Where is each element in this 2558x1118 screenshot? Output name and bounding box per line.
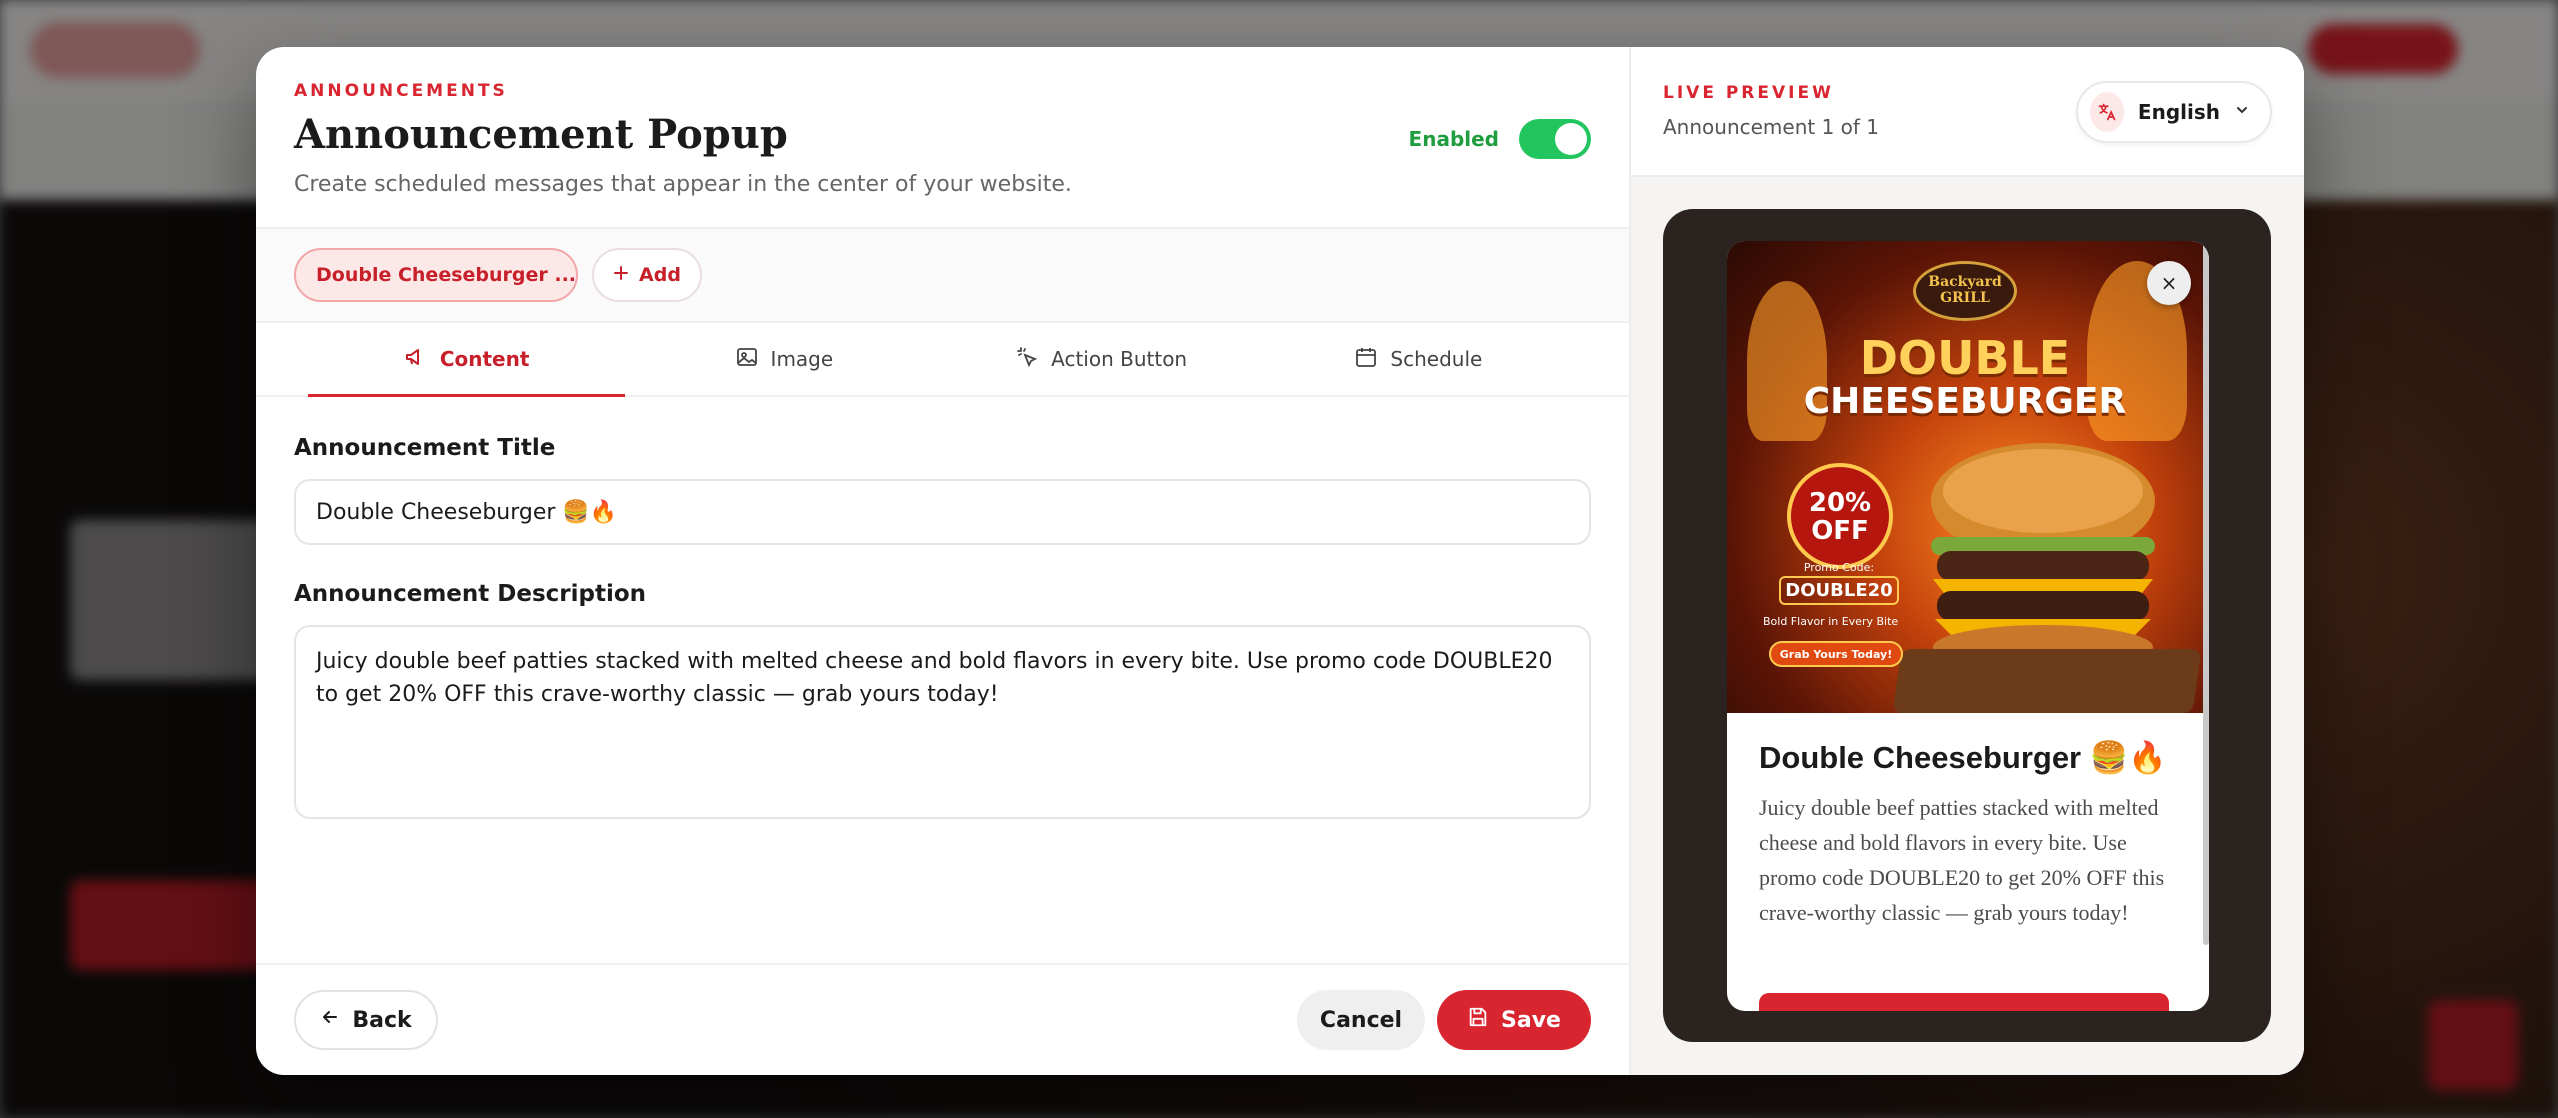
back-button[interactable]: Back [294, 990, 438, 1050]
arrow-left-icon [320, 1007, 340, 1033]
calendar-icon [1354, 345, 1378, 374]
cancel-button[interactable]: Cancel [1297, 990, 1425, 1050]
page-subtitle: Create scheduled messages that appear in… [294, 172, 1072, 197]
tab-content[interactable]: Content [308, 323, 626, 397]
language-select[interactable]: English [2076, 81, 2272, 143]
brand-logo: Backyard GRILL [1913, 261, 2017, 321]
pointer-icon [1015, 345, 1039, 374]
image-headline-2: CHEESEBURGER [1803, 381, 2127, 422]
image-headline-1: DOUBLE [1859, 331, 2071, 385]
tab-label: Schedule [1390, 347, 1483, 371]
announcement-modal: ANNOUNCEMENTS Announcement Popup Create … [256, 47, 2304, 1075]
announcement-chip[interactable]: Double Cheeseburger ... [294, 248, 578, 302]
close-icon: × [2160, 271, 2178, 295]
tab-label: Content [439, 347, 530, 371]
content-form: Announcement Title Double Cheeseburger 🍔… [256, 397, 1629, 819]
popup-body: Double Cheeseburger 🍔🔥 Juicy double beef… [1727, 713, 2209, 930]
enabled-toggle[interactable] [1519, 119, 1591, 159]
editor-tabs: Content Image Action Button Schedule [256, 323, 1629, 397]
tab-action-button[interactable]: Action Button [943, 323, 1260, 395]
description-textarea[interactable]: Juicy double beef patties stacked with m… [294, 625, 1591, 819]
image-icon [735, 345, 759, 374]
editor-panel: ANNOUNCEMENTS Announcement Popup Create … [256, 47, 1631, 1075]
add-announcement-button[interactable]: Add [592, 248, 702, 302]
promo-code-value: DOUBLE20 [1779, 576, 1899, 605]
tab-label: Image [770, 347, 834, 371]
popup-title: Double Cheeseburger 🍔🔥 [1759, 740, 2167, 775]
image-tagline: Bold Flavor in Every Bite [1763, 615, 1899, 628]
footer-actions: Cancel Save [1297, 990, 1591, 1050]
enabled-label: Enabled [1408, 127, 1499, 151]
popup-description: Juicy double beef patties stacked with m… [1759, 795, 2165, 925]
promo-code-box: Promo Code: DOUBLE20 [1779, 561, 1899, 605]
modal-header: ANNOUNCEMENTS Announcement Popup Create … [256, 47, 1629, 229]
save-label: Save [1501, 1007, 1561, 1033]
promo-code-label: Promo Code: [1803, 561, 1875, 574]
discount-badge: 20% OFF [1787, 463, 1893, 569]
back-label: Back [352, 1007, 412, 1033]
title-field-label: Announcement Title [294, 435, 556, 461]
preview-panel: LIVE PREVIEW Announcement 1 of 1 English… [1631, 47, 2304, 1075]
tab-label: Action Button [1051, 347, 1188, 371]
page-title: Announcement Popup [294, 111, 788, 158]
modal-footer: Back Cancel Save [256, 963, 1629, 1075]
popup-preview: Backyard GRILL DOUBLE CHEESEBURGER 20% O… [1727, 241, 2209, 1011]
enabled-control: Enabled [1409, 119, 1591, 159]
cutting-board [1892, 649, 2202, 713]
tab-image[interactable]: Image [625, 323, 942, 395]
tab-schedule[interactable]: Schedule [1260, 323, 1577, 395]
language-label: English [2137, 100, 2220, 124]
save-button[interactable]: Save [1437, 990, 1591, 1050]
popup-close-button[interactable]: × [2147, 261, 2191, 305]
image-cta-pill: Grab Yours Today! [1769, 641, 1903, 667]
device-frame: Backyard GRILL DOUBLE CHEESEBURGER 20% O… [1663, 209, 2271, 1042]
section-eyebrow: ANNOUNCEMENTS [294, 81, 508, 101]
translate-icon [2090, 92, 2124, 132]
save-icon [1467, 1006, 1489, 1034]
popup-scrollbar[interactable] [2203, 245, 2209, 945]
plus-icon [613, 264, 629, 286]
announcement-chips: Double Cheeseburger ... Add [256, 229, 1629, 323]
megaphone-icon [404, 345, 428, 374]
toggle-knob [1555, 123, 1587, 155]
chevron-down-icon [2234, 102, 2250, 122]
description-field-label: Announcement Description [294, 581, 647, 607]
preview-header: LIVE PREVIEW Announcement 1 of 1 English [1631, 47, 2304, 177]
burger-illustration [1931, 443, 2155, 669]
popup-image: Backyard GRILL DOUBLE CHEESEBURGER 20% O… [1727, 241, 2203, 713]
title-input[interactable]: Double Cheeseburger 🍔🔥 [294, 479, 1591, 545]
popup-action-button[interactable] [1759, 993, 2169, 1011]
add-label: Add [639, 264, 681, 286]
